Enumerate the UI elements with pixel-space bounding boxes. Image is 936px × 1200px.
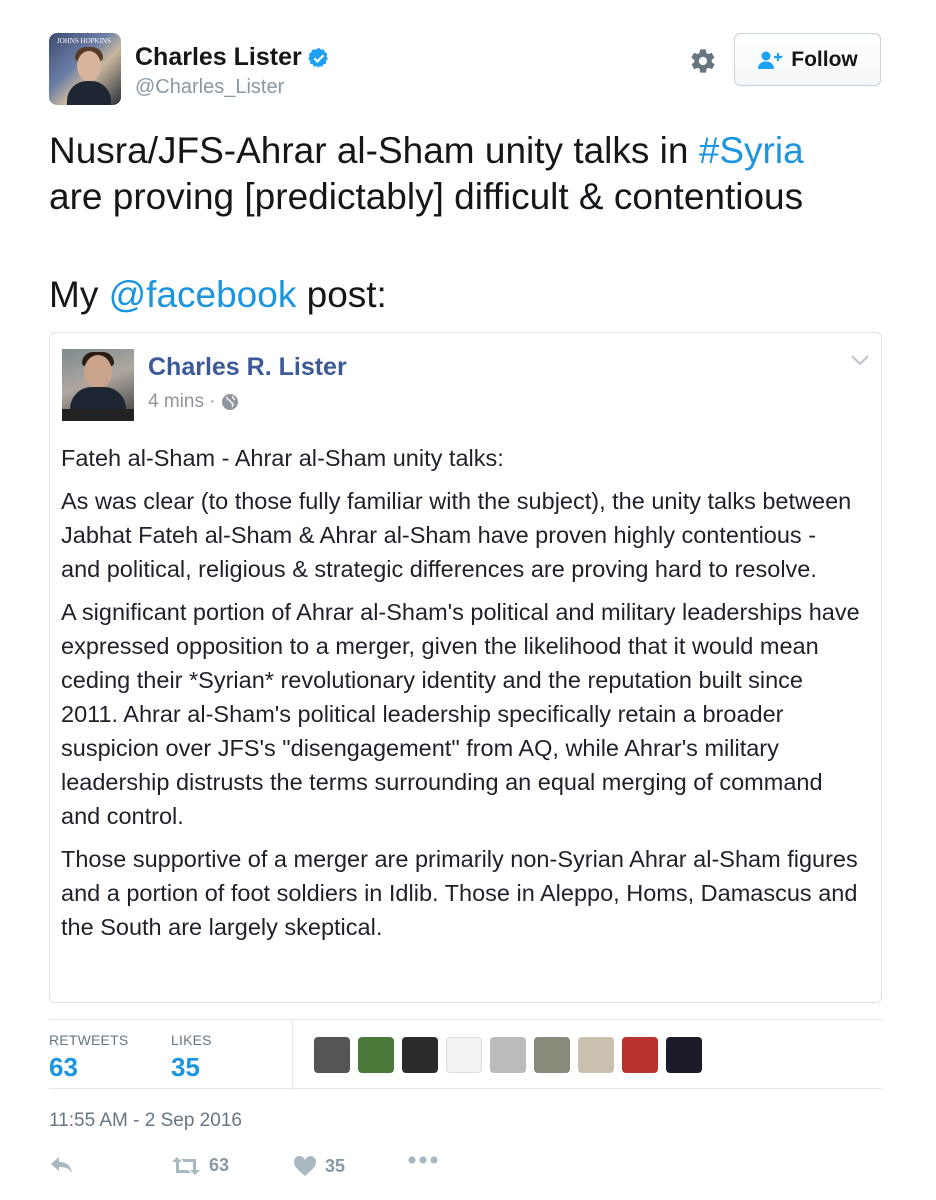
tweet-stats: RETWEETS 63 LIKES 35	[49, 1019, 882, 1090]
avatar[interactable]: JOHNS HOPKINS	[49, 33, 121, 105]
globe-icon	[221, 394, 238, 410]
facebook-post-body: Fateh al-Sham - Ahrar al-Sham unity talk…	[61, 441, 861, 953]
follow-button[interactable]: Follow	[734, 33, 881, 86]
user-handle[interactable]: @Charles_Lister	[135, 76, 284, 99]
tweet-text-line3-end: post:	[296, 274, 387, 315]
likes-count: 35	[171, 1052, 200, 1082]
user-name-row[interactable]: Charles Lister	[135, 43, 330, 72]
tweet-timestamp[interactable]: 11:55 AM - 2 Sep 2016	[49, 1110, 242, 1132]
tweet-text-line3: My	[49, 274, 109, 315]
like-button[interactable]: 35	[293, 1155, 345, 1177]
facebook-paragraph: As was clear (to those fully familiar wi…	[61, 488, 852, 582]
facebook-avatar[interactable]	[62, 349, 134, 421]
liker-avatar[interactable]	[490, 1037, 526, 1073]
like-count: 35	[325, 1155, 346, 1176]
liker-avatar[interactable]	[578, 1037, 614, 1073]
tweet-text-line1: Nusra/JFS-Ahrar al-Sham unity talks in	[49, 130, 699, 171]
retweet-button[interactable]: 63	[171, 1155, 229, 1176]
liker-avatar[interactable]	[534, 1037, 570, 1073]
facebook-post-embed[interactable]: Charles R. Lister 4 mins · Fateh al-Sham…	[49, 332, 882, 1003]
liker-avatar[interactable]	[358, 1037, 394, 1073]
liker-avatar[interactable]	[402, 1037, 438, 1073]
hashtag-link[interactable]: #Syria	[699, 130, 804, 171]
liker-avatar[interactable]	[666, 1037, 702, 1073]
more-button[interactable]	[407, 1155, 447, 1165]
retweets-label: RETWEETS	[49, 1032, 129, 1048]
liker-avatar[interactable]	[622, 1037, 658, 1073]
mention-link[interactable]: @facebook	[109, 274, 297, 315]
stats-divider	[292, 1020, 293, 1090]
add-user-icon	[758, 51, 783, 69]
likes-label: LIKES	[171, 1032, 212, 1048]
tweet-header: JOHNS HOPKINS Charles Lister @Charles_Li…	[49, 33, 881, 105]
likers-avatars	[314, 1037, 710, 1073]
facebook-paragraph: Those supportive of a merger are primari…	[61, 846, 858, 940]
display-name[interactable]: Charles Lister	[135, 43, 302, 72]
tweet-text-line2: are proving [predictably] difficult & co…	[49, 176, 804, 217]
likes-stat[interactable]: LIKES 35	[171, 1032, 212, 1083]
liker-avatar[interactable]	[446, 1037, 482, 1073]
follow-label: Follow	[791, 47, 858, 71]
avatar-logo-text: JOHNS HOPKINS	[57, 37, 111, 45]
facebook-post-time-row: 4 mins ·	[148, 391, 239, 413]
heart-icon	[293, 1155, 317, 1176]
retweet-icon	[172, 1156, 200, 1175]
reply-icon	[51, 1157, 72, 1173]
chevron-down-icon[interactable]	[850, 353, 870, 367]
facebook-paragraph: A significant portion of Ahrar al-Sham's…	[61, 599, 860, 829]
tweet-text: Nusra/JFS-Ahrar al-Sham unity talks in #…	[49, 128, 889, 318]
more-dots-icon	[408, 1156, 438, 1164]
tweet-actions: 63 35	[49, 1155, 549, 1185]
retweet-count: 63	[209, 1155, 230, 1175]
facebook-post-time[interactable]: 4 mins ·	[148, 391, 216, 413]
verified-badge-icon	[308, 47, 328, 68]
retweets-count: 63	[49, 1052, 78, 1082]
retweets-stat[interactable]: RETWEETS 63	[49, 1032, 128, 1083]
facebook-author-name[interactable]: Charles R. Lister	[148, 353, 347, 382]
facebook-paragraph: Fateh al-Sham - Ahrar al-Sham unity talk…	[61, 445, 504, 471]
liker-avatar[interactable]	[314, 1037, 350, 1073]
reply-button[interactable]	[49, 1155, 83, 1175]
gear-icon[interactable]	[689, 47, 717, 75]
